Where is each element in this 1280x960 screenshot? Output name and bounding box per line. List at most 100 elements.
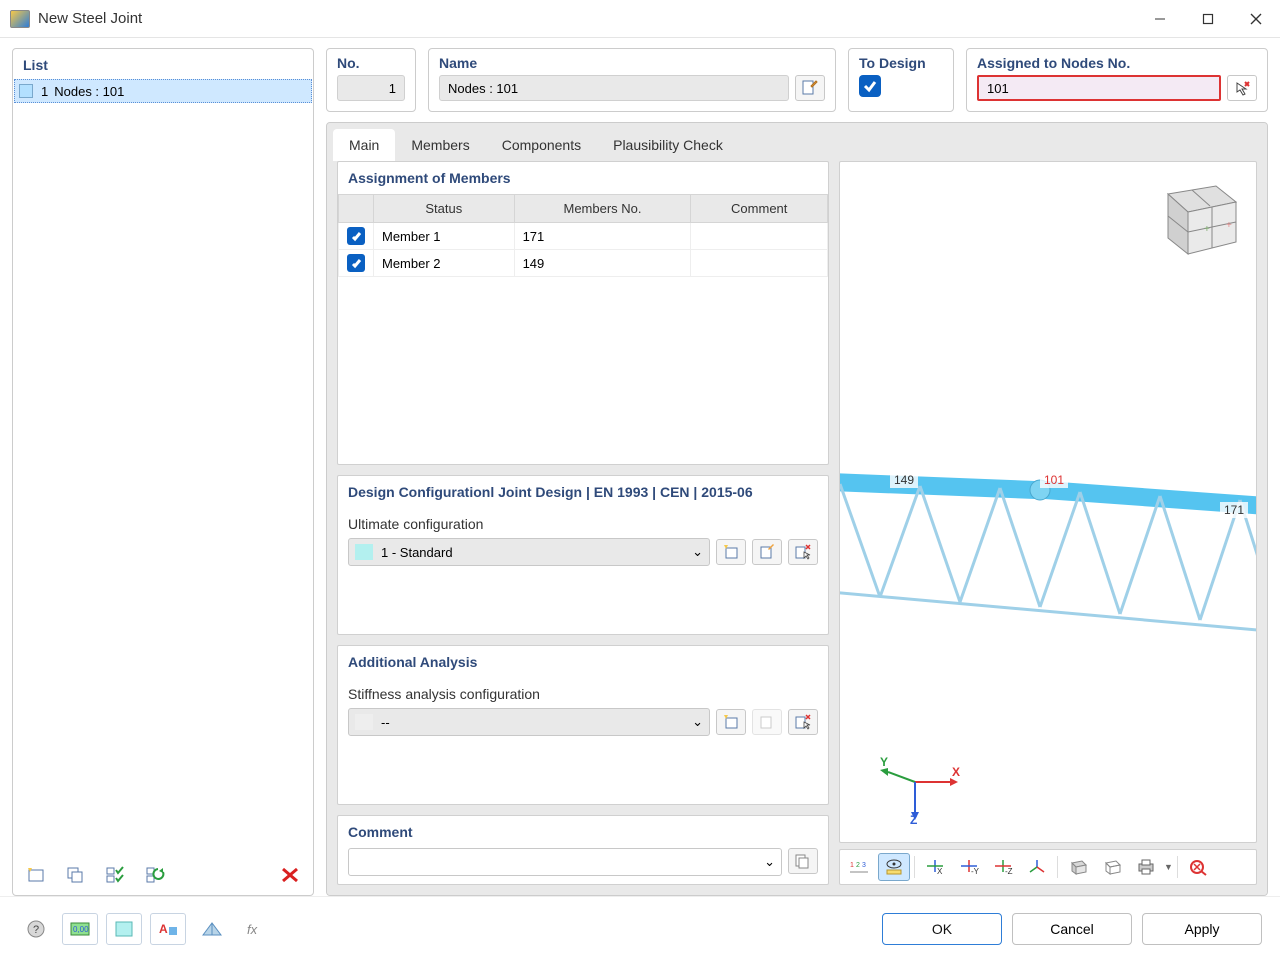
no-header: No. <box>337 55 405 71</box>
comment-library-button[interactable] <box>788 848 818 874</box>
svg-text:2: 2 <box>856 862 860 869</box>
members-table: Status Members No. Comment Member 1 171 <box>338 194 828 277</box>
members-section: Assignment of Members Status Members No.… <box>337 161 829 465</box>
viewport-panel: + + <box>839 161 1257 885</box>
ultimate-config-label: Ultimate configuration <box>348 516 818 532</box>
row-checkbox[interactable] <box>347 227 365 245</box>
list-item[interactable]: 1 Nodes : 101 <box>14 79 312 103</box>
formula-button[interactable]: fx <box>238 913 274 945</box>
color-button[interactable] <box>106 913 142 945</box>
tab-strip: Main Members Components Plausibility Che… <box>327 123 1267 161</box>
no-panel: No. <box>326 48 416 112</box>
chevron-down-icon: ⌄ <box>692 544 703 560</box>
edit-name-button[interactable] <box>795 75 825 101</box>
close-button[interactable] <box>1232 0 1280 38</box>
svg-text:0,00: 0,00 <box>73 925 89 934</box>
chevron-down-icon: ⌄ <box>764 854 775 870</box>
display-mode-button[interactable] <box>1062 853 1094 881</box>
ok-button[interactable]: OK <box>882 913 1002 945</box>
svg-text:X: X <box>952 765 960 779</box>
col-members-no: Members No. <box>514 195 691 223</box>
assigned-header: Assigned to Nodes No. <box>977 55 1257 71</box>
view-z-button[interactable]: -Z <box>987 853 1019 881</box>
list-area[interactable]: 1 Nodes : 101 <box>14 79 312 855</box>
member-label: 149 <box>890 472 918 488</box>
help-button[interactable]: ? <box>18 913 54 945</box>
analysis-header: Additional Analysis <box>338 646 828 678</box>
view-y-button[interactable]: -Y <box>953 853 985 881</box>
viewport-toolbar: 123 X -Y -Z ▼ <box>839 849 1257 885</box>
config-pick-button[interactable] <box>788 539 818 565</box>
show-dimensions-button[interactable] <box>878 853 910 881</box>
svg-text:1: 1 <box>850 862 854 869</box>
additional-analysis-section: Additional Analysis Stiffness analysis c… <box>337 645 829 805</box>
maximize-button[interactable] <box>1184 0 1232 38</box>
truss-model-icon <box>840 462 1257 682</box>
reset-view-button[interactable] <box>1182 853 1214 881</box>
svg-text:Y: Y <box>880 755 888 769</box>
print-button[interactable] <box>1130 853 1162 881</box>
svg-text:X: X <box>937 867 943 876</box>
title-bar: New Steel Joint <box>0 0 1280 38</box>
config-new-button[interactable] <box>716 539 746 565</box>
axis-triad-icon: X Y Z <box>880 754 960 824</box>
new-item-button[interactable] <box>19 860 53 890</box>
cancel-button[interactable]: Cancel <box>1012 913 1132 945</box>
model-viewport[interactable]: + + <box>839 161 1257 843</box>
svg-text:?: ? <box>33 924 39 936</box>
view-iso-button[interactable] <box>1021 853 1053 881</box>
svg-text:-Z: -Z <box>1005 867 1013 876</box>
refresh-check-button[interactable] <box>139 860 173 890</box>
config-edit-button[interactable] <box>752 539 782 565</box>
window-title: New Steel Joint <box>38 10 142 27</box>
view-x-button[interactable]: X <box>919 853 951 881</box>
name-panel: Name <box>428 48 836 112</box>
svg-text:Z: Z <box>910 813 917 824</box>
stiffness-swatch-icon <box>355 714 373 730</box>
table-row[interactable]: Member 2 149 <box>339 250 828 277</box>
analysis-edit-button <box>752 709 782 735</box>
minimize-button[interactable] <box>1136 0 1184 38</box>
members-header: Assignment of Members <box>338 162 828 194</box>
units-button[interactable]: 0,00 <box>62 913 98 945</box>
tab-members[interactable]: Members <box>395 129 485 161</box>
text-settings-button[interactable]: A <box>150 913 186 945</box>
name-header: Name <box>439 55 825 71</box>
design-config-section: Design Configurationl Joint Design | EN … <box>337 475 829 635</box>
to-design-panel: To Design <box>848 48 954 112</box>
apply-button[interactable]: Apply <box>1142 913 1262 945</box>
app-icon <box>10 10 30 28</box>
analysis-new-button[interactable] <box>716 709 746 735</box>
copy-item-button[interactable] <box>59 860 93 890</box>
tab-components[interactable]: Components <box>486 129 597 161</box>
svg-text:+: + <box>1226 220 1232 231</box>
stiffness-select[interactable]: -- ⌄ <box>348 708 710 736</box>
tab-plausibility[interactable]: Plausibility Check <box>597 129 739 161</box>
view-settings-button[interactable] <box>194 913 230 945</box>
col-comment: Comment <box>691 195 828 223</box>
check-all-button[interactable] <box>99 860 133 890</box>
comment-input[interactable]: ⌄ <box>348 848 782 876</box>
ultimate-config-select[interactable]: 1 - Standard ⌄ <box>348 538 710 566</box>
to-design-checkbox[interactable] <box>859 75 881 97</box>
table-row[interactable]: Member 1 171 <box>339 223 828 250</box>
stiffness-label: Stiffness analysis configuration <box>348 686 818 702</box>
assigned-nodes-input[interactable] <box>977 75 1221 101</box>
config-swatch-icon <box>355 544 373 560</box>
dialog-footer: ? 0,00 A fx OK Cancel Apply <box>0 896 1280 960</box>
detail-region: Main Members Components Plausibility Che… <box>326 122 1268 896</box>
wireframe-button[interactable] <box>1096 853 1128 881</box>
col-status: Status <box>374 195 515 223</box>
svg-text:A: A <box>159 922 168 936</box>
tab-main[interactable]: Main <box>333 129 395 161</box>
svg-text:fx: fx <box>247 922 258 937</box>
analysis-pick-button[interactable] <box>788 709 818 735</box>
name-input[interactable] <box>439 75 789 101</box>
row-checkbox[interactable] <box>347 254 365 272</box>
show-numbers-button[interactable]: 123 <box>844 853 876 881</box>
delete-item-button[interactable] <box>273 860 307 890</box>
no-input[interactable] <box>337 75 405 101</box>
pick-nodes-button[interactable] <box>1227 75 1257 101</box>
nav-cube-icon[interactable]: + + <box>1148 174 1244 262</box>
to-design-header: To Design <box>859 55 943 71</box>
